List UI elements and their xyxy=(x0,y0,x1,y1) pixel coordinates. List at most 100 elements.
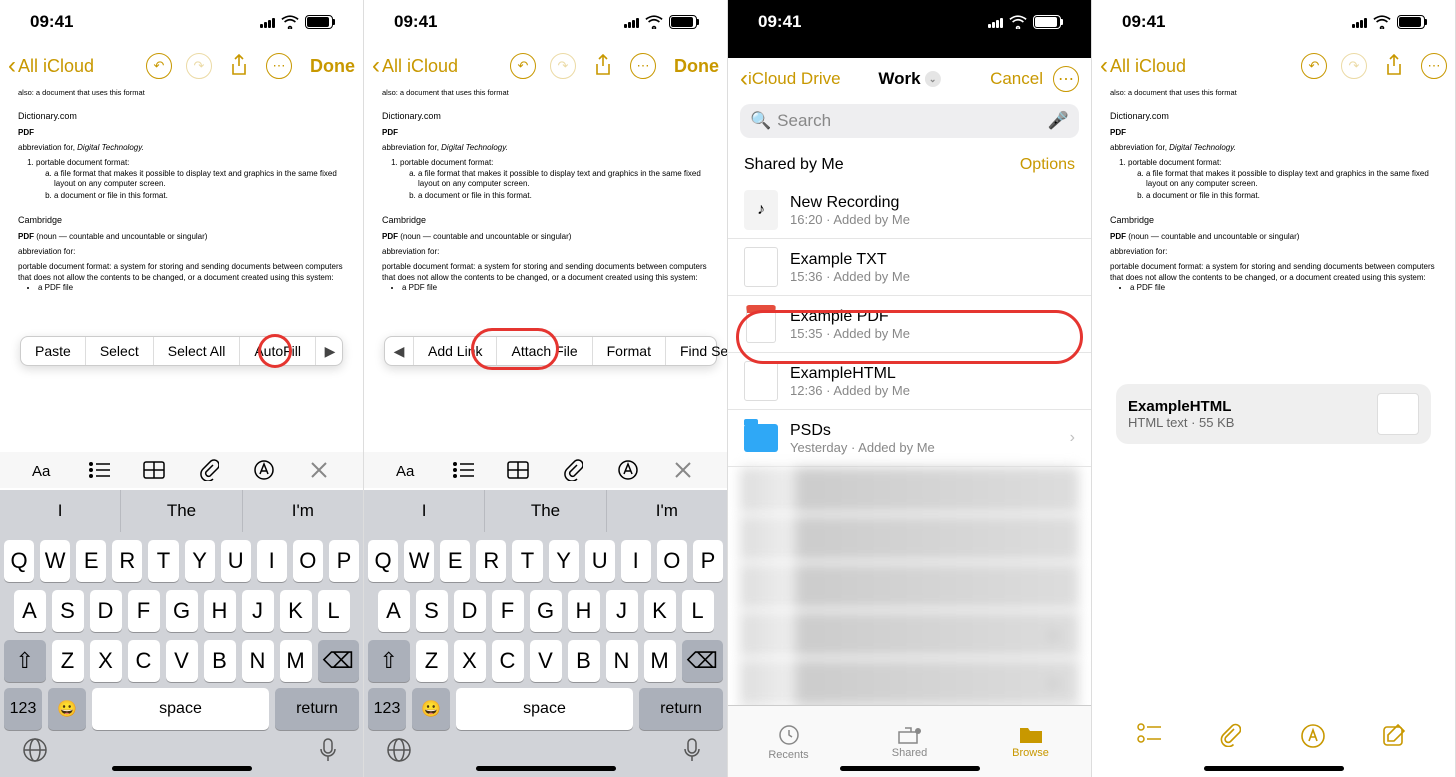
sugg-2[interactable]: The xyxy=(121,490,242,532)
share-button[interactable] xyxy=(1381,53,1407,79)
ctx-prev[interactable]: ◀ xyxy=(385,337,414,365)
attachment-thumbnail-icon xyxy=(1377,393,1419,435)
screenshot-1: 09:41 ‹All iCloud ↶ ↷ ⋯ Done also: a doc… xyxy=(0,0,364,777)
file-row[interactable]: ♪New Recording16:20 · Added by Me xyxy=(728,182,1091,239)
files-back-button[interactable]: ‹iCloud Drive xyxy=(740,65,841,93)
folder-icon xyxy=(744,424,778,452)
markup-button[interactable] xyxy=(613,455,643,485)
svg-text:Aa: Aa xyxy=(32,463,51,480)
tab-recents[interactable]: Recents xyxy=(728,706,849,777)
list-button[interactable] xyxy=(448,455,478,485)
files-title[interactable]: Work⌄ xyxy=(878,69,940,89)
markup-button[interactable] xyxy=(249,455,279,485)
text-style-button[interactable]: Aa xyxy=(393,455,423,485)
suggestions: I The I'm xyxy=(0,490,363,532)
blurred-row xyxy=(740,467,1079,513)
note-content[interactable]: also: a document that uses this format D… xyxy=(382,88,709,294)
screenshot-4: 09:41 ‹All iCloud↶↷⋯ also: a document th… xyxy=(1092,0,1456,777)
undo-button[interactable]: ↶ xyxy=(1301,53,1327,79)
cloud-download-icon: ☁︎ xyxy=(1045,671,1061,691)
note-content[interactable]: also: a document that uses this format D… xyxy=(1110,88,1437,294)
ctx-add-link[interactable]: Add Link xyxy=(414,337,497,365)
keyboard: I The I'm QWERTYUIOP ASDFGHJKL ⇧ZXCVBNM⌫… xyxy=(0,490,363,777)
text-file-icon xyxy=(744,247,778,287)
context-menu-2: ◀ Add Link Attach File Format Find Selec… xyxy=(384,336,717,366)
attach-button[interactable] xyxy=(194,455,224,485)
section-header: Shared by Me xyxy=(744,156,844,174)
tab-browse[interactable]: Browse xyxy=(970,706,1091,777)
file-picker-sheet: ‹iCloud Drive Work⌄ Cancel ⋯ 🔍Search🎤 Sh… xyxy=(728,58,1091,777)
attach-button[interactable] xyxy=(558,455,588,485)
signal-icon xyxy=(260,16,275,28)
backspace-key[interactable]: ⌫ xyxy=(318,640,360,682)
globe-icon[interactable] xyxy=(18,733,52,767)
done-button[interactable]: Done xyxy=(674,56,719,77)
blurred-row: ☁︎ xyxy=(740,659,1079,705)
note-content[interactable]: also: a document that uses this format D… xyxy=(18,88,345,294)
return-key[interactable]: return xyxy=(275,688,359,730)
search-field[interactable]: 🔍Search🎤 xyxy=(740,104,1079,138)
sugg-3[interactable]: I'm xyxy=(243,490,363,532)
audio-file-icon: ♪ xyxy=(744,190,778,230)
ctx-select-all[interactable]: Select All xyxy=(154,337,241,365)
more-button[interactable]: ⋯ xyxy=(266,53,292,79)
ctx-autofill[interactable]: AutoFill xyxy=(240,337,316,365)
done-button[interactable]: Done xyxy=(310,56,355,77)
mic-icon[interactable] xyxy=(311,733,345,767)
files-more-button[interactable]: ⋯ xyxy=(1053,66,1079,92)
undo-button[interactable]: ↶ xyxy=(510,53,536,79)
redo-button[interactable]: ↷ xyxy=(186,53,212,79)
back-button[interactable]: ‹All iCloud xyxy=(1100,52,1186,80)
num-key[interactable]: 123 xyxy=(4,688,42,730)
text-style-button[interactable]: Aa xyxy=(29,455,59,485)
sugg-1[interactable]: I xyxy=(0,490,121,532)
shift-key[interactable]: ⇧ xyxy=(4,640,46,682)
close-keyboard-button[interactable] xyxy=(668,455,698,485)
blurred-row: ☁︎ xyxy=(740,611,1079,657)
attachment-card[interactable]: ExampleHTMLHTML text · 55 KB xyxy=(1116,384,1431,444)
wifi-icon xyxy=(281,15,299,29)
html-file-icon xyxy=(744,361,778,401)
undo-button[interactable]: ↶ xyxy=(146,53,172,79)
chevron-left-icon: ‹ xyxy=(8,52,16,80)
redo-button[interactable]: ↷ xyxy=(550,53,576,79)
ctx-format[interactable]: Format xyxy=(593,337,666,365)
redo-button[interactable]: ↷ xyxy=(1341,53,1367,79)
file-row-highlighted[interactable]: ExampleHTML12:36 · Added by Me xyxy=(728,353,1091,410)
checklist-button[interactable] xyxy=(1137,723,1165,751)
list-button[interactable] xyxy=(84,455,114,485)
context-menu: Paste Select Select All AutoFill ▶ xyxy=(20,336,343,366)
screenshot-2: 09:41 ‹All iCloud↶↷⋯Done also: a documen… xyxy=(364,0,728,777)
space-key[interactable]: space xyxy=(92,688,269,730)
cancel-button[interactable]: Cancel xyxy=(990,69,1043,89)
file-row[interactable]: Example PDF15:35 · Added by Me xyxy=(728,296,1091,353)
attach-button[interactable] xyxy=(1219,723,1247,751)
options-button[interactable]: Options xyxy=(1020,156,1075,174)
home-indicator[interactable] xyxy=(112,766,252,771)
table-button[interactable] xyxy=(139,455,169,485)
emoji-key[interactable]: 😀 xyxy=(48,688,86,730)
more-button[interactable]: ⋯ xyxy=(1421,53,1447,79)
svg-text:Aa: Aa xyxy=(396,463,415,480)
ctx-select[interactable]: Select xyxy=(86,337,154,365)
chevron-down-icon: ⌄ xyxy=(925,71,941,87)
file-row[interactable]: Example TXT15:36 · Added by Me xyxy=(728,239,1091,296)
ctx-paste[interactable]: Paste xyxy=(21,337,86,365)
markup-button[interactable] xyxy=(1300,723,1328,751)
ctx-find[interactable]: Find Selection xyxy=(666,337,728,365)
back-button[interactable]: ‹All iCloud xyxy=(372,52,458,80)
status-indicators xyxy=(260,15,333,29)
ctx-attach-file[interactable]: Attach File xyxy=(497,337,592,365)
share-button[interactable] xyxy=(226,53,252,79)
more-button[interactable]: ⋯ xyxy=(630,53,656,79)
back-button[interactable]: ‹All iCloud xyxy=(8,52,94,80)
ctx-more[interactable]: ▶ xyxy=(316,337,344,365)
close-keyboard-button[interactable] xyxy=(304,455,334,485)
folder-row[interactable]: PSDsYesterday · Added by Me› xyxy=(728,410,1091,467)
search-icon: 🔍 xyxy=(750,111,771,131)
compose-button[interactable] xyxy=(1382,723,1410,751)
table-button[interactable] xyxy=(503,455,533,485)
home-indicator[interactable] xyxy=(1204,766,1344,771)
share-button[interactable] xyxy=(590,53,616,79)
format-toolbar: Aa xyxy=(0,452,363,488)
